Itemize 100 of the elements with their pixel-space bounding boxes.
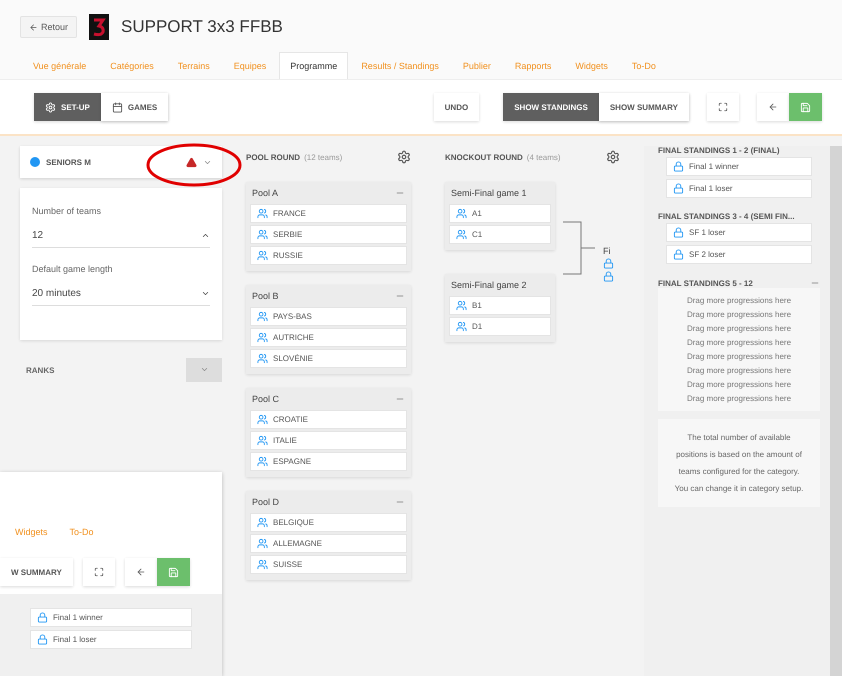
team-row[interactable]: SUISSE xyxy=(250,555,407,574)
arrow-left-icon xyxy=(136,567,146,577)
app-title: SUPPORT 3x3 FFBB xyxy=(121,17,283,37)
team-icon xyxy=(456,208,467,219)
team-icon xyxy=(257,414,268,425)
lock-icon xyxy=(673,249,684,260)
back-button[interactable]: Retour xyxy=(20,16,78,38)
lock-icon xyxy=(673,161,684,172)
team-row[interactable]: ESPAGNE xyxy=(250,452,407,471)
standing-slot[interactable]: Final 1 loser xyxy=(30,630,192,649)
category-selector[interactable]: SENIORS M xyxy=(20,146,222,178)
view-button[interactable]: SET-UP xyxy=(34,93,101,121)
fullscreen-icon xyxy=(718,102,728,112)
team-row[interactable]: ALLEMAGNE xyxy=(250,534,407,553)
drop-hint: Drag more progressions here xyxy=(686,338,792,347)
number-field[interactable]: 12 xyxy=(32,224,210,248)
lock-icon xyxy=(673,183,684,194)
standing-slot[interactable]: SF 2 loser xyxy=(666,245,812,264)
standing-slot[interactable]: Final 1 winner xyxy=(30,608,192,627)
standing-slot[interactable]: Final 1 winner xyxy=(666,157,812,176)
settings-icon[interactable] xyxy=(397,150,411,164)
display-button[interactable]: W SUMMARY xyxy=(0,558,73,586)
field-label: Default game length xyxy=(32,264,114,274)
column-label: Fi xyxy=(603,246,612,256)
team-row[interactable]: A1 xyxy=(449,204,551,223)
team-row[interactable]: SERBIE xyxy=(250,225,407,244)
team-row[interactable]: D1 xyxy=(449,317,551,336)
select-field[interactable]: 20 minutes xyxy=(32,282,210,306)
team-icon xyxy=(257,456,268,467)
round-title: KNOCKOUT ROUND (4 teams) xyxy=(445,152,561,162)
team-icon xyxy=(257,229,268,240)
lock-icon xyxy=(37,634,48,645)
pool-name: Pool B xyxy=(252,291,279,301)
nav-tab[interactable]: Programme xyxy=(279,52,348,79)
team-row[interactable]: SLOVÉNIE xyxy=(250,349,407,368)
team-icon xyxy=(257,435,268,446)
save-icon xyxy=(168,566,179,578)
drop-hint: Drag more progressions here xyxy=(686,324,792,333)
save-icon xyxy=(800,102,811,112)
standing-slot[interactable]: SF 1 loser xyxy=(666,223,812,242)
game-name: Semi-Final game 2 xyxy=(451,280,527,290)
team-icon xyxy=(257,208,268,219)
fullscreen-button[interactable] xyxy=(707,93,739,121)
team-icon xyxy=(257,538,268,549)
pool-name: Pool A xyxy=(252,188,278,198)
arrow-left-icon xyxy=(29,22,38,32)
team-icon xyxy=(456,300,467,311)
standings-title: FINAL STANDINGS 5 - 12 xyxy=(658,278,753,288)
team-icon xyxy=(257,517,268,528)
drop-hint: Drag more progressions here xyxy=(686,380,792,389)
team-row[interactable]: PAYS-BAS xyxy=(250,307,407,326)
team-icon xyxy=(257,332,268,343)
team-icon xyxy=(257,250,268,261)
drop-hint: Drag more progressions here xyxy=(686,296,792,305)
display-button[interactable]: SHOW STANDINGS xyxy=(503,93,599,121)
caret-icon xyxy=(201,289,210,298)
team-row[interactable]: ITALIE xyxy=(250,431,407,450)
ranks-label: RANKS xyxy=(26,366,54,374)
team-row[interactable]: RUSSIE xyxy=(250,246,407,265)
team-icon xyxy=(257,353,268,364)
team-icon xyxy=(257,559,268,570)
team-row[interactable]: CROATIE xyxy=(250,410,407,429)
logo-icon xyxy=(89,14,110,40)
scrollbar[interactable] xyxy=(830,146,842,676)
team-row[interactable]: BELGIQUE xyxy=(250,513,407,532)
stepper-icon xyxy=(201,231,210,240)
lock-icon xyxy=(37,612,48,623)
field-label: Number of teams xyxy=(32,206,102,216)
fullscreen-button[interactable] xyxy=(82,558,115,586)
standings-title: FINAL STANDINGS 3 - 4 (SEMI FIN... xyxy=(658,212,795,221)
save-button[interactable] xyxy=(789,93,822,121)
undo-button[interactable]: UNDO xyxy=(434,93,480,121)
pool-name: Pool D xyxy=(252,497,280,507)
pool-name: Pool C xyxy=(252,394,280,404)
team-row[interactable]: C1 xyxy=(449,225,551,244)
team-row[interactable]: FRANCE xyxy=(250,204,407,223)
settings-icon xyxy=(45,102,56,112)
fullscreen-icon xyxy=(94,567,104,577)
drop-hint: Drag more progressions here xyxy=(686,394,792,403)
team-icon xyxy=(456,321,467,332)
arrow-left-icon xyxy=(768,102,778,112)
game-name: Semi-Final game 1 xyxy=(451,188,527,198)
team-row[interactable]: AUTRICHE xyxy=(250,328,407,347)
save-button[interactable] xyxy=(156,558,190,586)
back-arrow-button[interactable] xyxy=(124,558,157,586)
team-row[interactable]: B1 xyxy=(449,296,551,315)
drop-hint: Drag more progressions here xyxy=(686,366,792,375)
settings-icon[interactable] xyxy=(606,150,620,164)
back-arrow-button[interactable] xyxy=(757,93,789,121)
drop-hint: Drag more progressions here xyxy=(686,352,792,361)
bracket-connector xyxy=(563,221,595,275)
info-text: The total number of available positions is based on the amount of teams configured for the category. You can change it in category setup. xyxy=(658,419,820,507)
lock-icon xyxy=(673,227,684,238)
standing-slot[interactable]: Final 1 loser xyxy=(666,179,812,198)
lock-icon xyxy=(603,258,614,269)
drop-hint: Drag more progressions here xyxy=(686,310,792,319)
standings-title: FINAL STANDINGS 1 - 2 (FINAL) xyxy=(658,146,780,155)
team-icon xyxy=(257,311,268,322)
lock-icon xyxy=(603,271,614,282)
calendar-icon xyxy=(112,102,123,112)
